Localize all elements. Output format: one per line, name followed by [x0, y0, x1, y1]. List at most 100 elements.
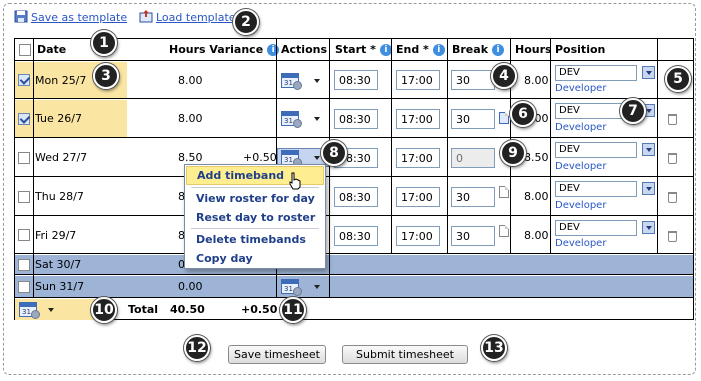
actions-header: Actions	[281, 43, 327, 56]
position-dropdown-button[interactable]	[642, 143, 655, 156]
note-icon[interactable]	[499, 112, 509, 124]
callout-badge: 5	[665, 66, 691, 92]
delete-row-icon[interactable]	[668, 192, 677, 203]
hours-variance-header: Hours Variance i	[165, 39, 280, 60]
position-dropdown-button[interactable]	[642, 221, 655, 234]
bulk-actions-calendar-icon[interactable]: 31	[19, 302, 40, 319]
callout-badge: 10	[91, 297, 117, 323]
break-info-icon[interactable]: i	[492, 43, 505, 56]
end-time-input[interactable]	[396, 226, 440, 246]
row-date: Thu 28/7	[35, 190, 84, 203]
submit-timesheet-button[interactable]: Submit timesheet	[342, 345, 468, 364]
start-time-input[interactable]	[334, 226, 378, 246]
callout-badge: 13	[481, 335, 507, 361]
start-time-input[interactable]	[334, 70, 378, 90]
break-input[interactable]	[451, 70, 495, 90]
row-checkbox[interactable]	[18, 258, 30, 271]
end-time-input[interactable]	[396, 148, 440, 168]
actions-dropdown-caret[interactable]	[314, 79, 320, 83]
actions-dropdown-caret[interactable]	[314, 156, 320, 160]
menu-delete-timebands[interactable]: Delete timebands	[186, 230, 324, 249]
day-row-fri: Fri 29/7 8 8.00 DEV Developer	[15, 217, 693, 254]
total-label: Total	[128, 303, 159, 316]
break-label: Break	[452, 43, 489, 56]
callout-badge: 11	[280, 297, 306, 323]
row-hours: 8.00	[178, 112, 203, 125]
menu-view-roster[interactable]: View roster for day	[186, 189, 324, 208]
actions-dropdown-caret[interactable]	[314, 117, 320, 121]
row-checkbox[interactable]	[18, 74, 30, 86]
row-checkbox[interactable]	[18, 112, 30, 125]
row-checkbox[interactable]	[18, 280, 30, 293]
total-hours: 40.50	[170, 303, 205, 316]
start-label: Start *	[335, 43, 376, 56]
position-select[interactable]: DEV	[555, 65, 637, 81]
calendar-actions-icon[interactable]: 31	[281, 150, 302, 167]
row-hours: 8.00	[178, 73, 203, 87]
end-time-input[interactable]	[396, 109, 440, 129]
hand-cursor-icon	[289, 172, 301, 190]
delete-row-icon[interactable]	[668, 153, 677, 164]
bulk-actions-caret[interactable]	[48, 308, 54, 312]
callout-badge: 6	[510, 101, 536, 127]
calendar-actions-icon[interactable]: 31	[281, 279, 302, 296]
save-as-template-label: Save as template	[31, 11, 128, 24]
delete-row-icon[interactable]	[668, 114, 677, 125]
row-date: Fri 29/7	[35, 228, 77, 242]
end-info-icon[interactable]: i	[432, 43, 445, 56]
position-description: Developer	[555, 200, 607, 211]
row-date: Sat 30/7	[35, 258, 82, 271]
row-date: Tue 26/7	[35, 112, 82, 125]
day-row-tue: Tue 26/7 8.00 31 8.00 DEV Developer	[15, 100, 693, 138]
position-dropdown-button[interactable]	[642, 182, 655, 195]
date-header: Date	[37, 43, 67, 56]
row-checkbox[interactable]	[18, 190, 30, 203]
menu-reset-day[interactable]: Reset day to roster	[186, 208, 324, 227]
note-icon[interactable]	[499, 225, 509, 237]
break-header: Break i	[448, 39, 505, 60]
start-header: Start * i	[331, 39, 392, 60]
callout-badge: 3	[93, 63, 119, 89]
end-label: End *	[396, 43, 429, 56]
row-total-hours: 8.00	[524, 228, 549, 242]
calendar-actions-icon[interactable]: 31	[281, 111, 302, 128]
position-select[interactable]: DEV	[555, 181, 637, 197]
note-icon[interactable]	[499, 186, 509, 198]
position-dropdown-button[interactable]	[642, 66, 655, 79]
menu-add-timeband[interactable]: Add timeband	[186, 166, 324, 185]
end-header: End * i	[392, 39, 445, 60]
row-hours: 0.00	[178, 280, 203, 293]
break-input[interactable]	[451, 226, 495, 246]
delete-row-icon[interactable]	[668, 231, 677, 242]
end-time-input[interactable]	[396, 70, 440, 90]
position-select[interactable]: DEV	[555, 142, 637, 158]
position-select[interactable]: DEV	[555, 220, 637, 236]
position-description: Developer	[555, 161, 607, 172]
break-input[interactable]	[451, 148, 495, 168]
start-time-input[interactable]	[334, 109, 378, 129]
callout-badge: 1	[91, 30, 117, 56]
break-input[interactable]	[451, 109, 495, 129]
hours-variance-label: Hours Variance	[169, 43, 264, 56]
save-as-template-link[interactable]: Save as template	[14, 10, 127, 24]
row-checkbox[interactable]	[18, 151, 30, 164]
actions-dropdown-caret[interactable]	[314, 285, 320, 289]
select-all-checkbox[interactable]	[19, 43, 31, 56]
callout-badge: 9	[500, 140, 526, 166]
start-time-input[interactable]	[334, 187, 378, 207]
row-total-hours: 8.00	[524, 73, 549, 87]
calendar-actions-icon[interactable]: 31	[281, 73, 302, 90]
day-row-thu: Thu 28/7 8 8.00 DEV Developer	[15, 178, 693, 216]
menu-copy-day[interactable]: Copy day	[186, 249, 324, 268]
row-date: Mon 25/7	[35, 73, 87, 87]
break-input[interactable]	[451, 187, 495, 207]
callout-badge: 4	[491, 63, 517, 89]
load-template-link[interactable]: Load template	[139, 10, 236, 24]
row-checkbox[interactable]	[18, 229, 30, 241]
position-description: Developer	[555, 83, 607, 94]
end-time-input[interactable]	[396, 187, 440, 207]
save-timesheet-button[interactable]: Save timesheet	[228, 345, 326, 364]
callout-badge: 8	[321, 140, 347, 166]
position-header: Position	[555, 43, 606, 56]
day-row-sun: Sun 31/7 0.00 31	[15, 276, 693, 298]
